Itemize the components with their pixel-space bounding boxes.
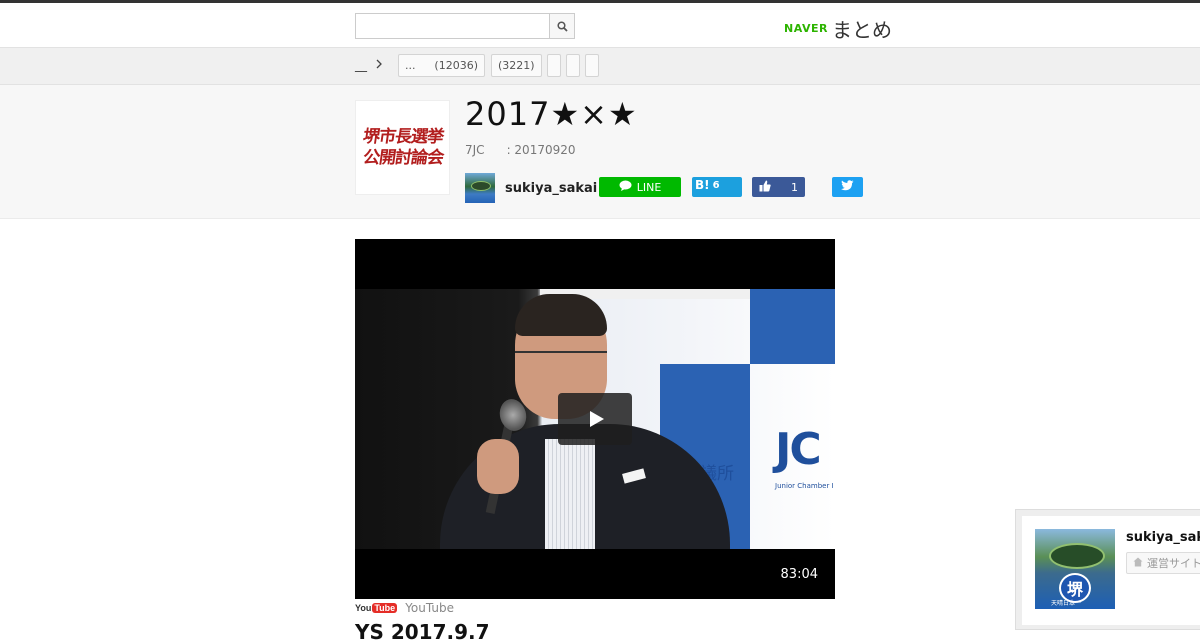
hatena-count: 6 <box>712 179 720 191</box>
logo-matome-text: まとめ <box>831 18 892 42</box>
logo-naver-text: NAVER <box>784 22 828 35</box>
category-tag-label: ... <box>405 59 416 72</box>
search-box <box>355 13 575 39</box>
facebook-like-button[interactable]: 1 <box>752 177 805 197</box>
author-row: sukiya_sakai <box>465 173 597 203</box>
breadcrumb: __ ... (12036) (3221) <box>0 48 1200 85</box>
floating-author-avatar[interactable]: 堺 天晴日本一 <box>1035 529 1115 609</box>
author-name[interactable]: sukiya_sakai <box>505 181 597 196</box>
video-backdrop-block <box>750 289 835 364</box>
video-overlay-subtext: Junior Chamber I <box>775 482 834 490</box>
naver-matome-logo[interactable]: NAVER まとめ <box>784 14 892 43</box>
article-date: : 20170920 <box>506 143 576 157</box>
video-source-label: YouTube <box>405 601 454 615</box>
category-tag[interactable] <box>547 54 561 77</box>
youtube-logo-you: You <box>355 603 372 613</box>
line-icon <box>619 180 632 194</box>
youtube-logo-tube: Tube <box>372 603 398 613</box>
video-overlay-text: JC <box>775 424 822 475</box>
floating-author-card: 堺 天晴日本一 sukiya_sakai 運営サイト <box>1015 509 1200 630</box>
thumbs-up-icon <box>759 180 771 195</box>
breadcrumb-home[interactable]: __ <box>355 58 383 72</box>
section-heading: YS 2017.9.7 <box>355 620 490 644</box>
twitter-bird-icon <box>841 180 854 194</box>
home-icon <box>1133 557 1143 570</box>
page-title: 2017★×★ <box>465 95 638 133</box>
speaker-hair <box>515 294 607 336</box>
line-share-button[interactable]: LINE <box>599 177 681 197</box>
speaker-glasses <box>515 351 607 365</box>
breadcrumb-home-label: __ <box>355 58 367 72</box>
video-source[interactable]: You Tube YouTube <box>355 601 454 615</box>
speaker-hand <box>477 439 519 494</box>
youtube-icon: You Tube <box>355 603 398 613</box>
floating-author-card-body: 堺 天晴日本一 sukiya_sakai 運営サイト <box>1022 516 1200 625</box>
category-tag[interactable]: ... (12036) <box>398 54 485 77</box>
article-meta: 7JC : 20170920 <box>465 143 576 157</box>
category-tag[interactable] <box>566 54 580 77</box>
floating-author-name[interactable]: sukiya_sakai <box>1126 530 1200 545</box>
thumbnail-line-1: 堺市長選挙 <box>361 126 444 147</box>
video-player[interactable]: JC Junior Chamber I 議所 83:04 <box>355 239 835 599</box>
article-header: 堺市長選挙 公開討論会 2017★×★ 7JC : 20170920 sukiy… <box>0 85 1200 219</box>
hatena-bookmark-button[interactable]: B! 6 <box>692 177 742 197</box>
float-seal-subtext: 天晴日本一 <box>1051 600 1082 607</box>
category-tag[interactable]: (3221) <box>491 54 542 77</box>
twitter-share-button[interactable] <box>832 177 863 197</box>
speaker-shirt <box>545 439 595 549</box>
search-button[interactable] <box>549 14 574 38</box>
category-tag-count: (3221) <box>498 59 535 72</box>
facebook-count: 1 <box>791 180 798 194</box>
chevron-right-icon <box>375 58 383 72</box>
video-duration: 83:04 <box>780 567 818 582</box>
top-header: NAVER まとめ <box>0 0 1200 48</box>
operator-site-label: 運営サイト <box>1147 557 1200 570</box>
category-tag-count: (12036) <box>434 59 478 72</box>
line-share-label: LINE <box>636 180 662 194</box>
play-button[interactable] <box>558 393 632 445</box>
category-tag[interactable] <box>585 54 599 77</box>
search-icon <box>556 17 568 36</box>
play-icon <box>590 411 604 427</box>
article-source[interactable]: 7JC <box>465 143 485 157</box>
article-thumbnail: 堺市長選挙 公開討論会 <box>355 100 450 195</box>
thumbnail-line-2: 公開討論会 <box>361 147 444 168</box>
avatar[interactable] <box>465 173 495 203</box>
search-input[interactable] <box>356 14 550 38</box>
hatena-icon: B! <box>695 178 710 192</box>
operator-site-button[interactable]: 運営サイト <box>1126 552 1200 574</box>
